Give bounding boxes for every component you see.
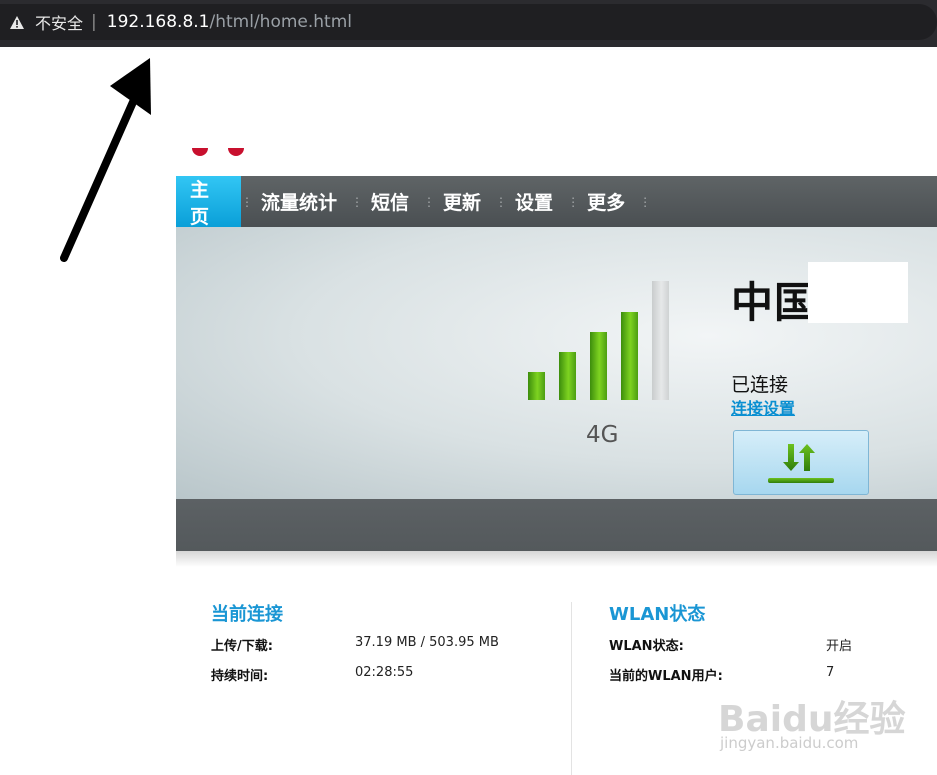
signal-bar xyxy=(590,332,607,400)
nav-traffic-stats[interactable]: 流量统计 xyxy=(247,176,351,227)
address-bar[interactable]: 不安全 | 192.168.8.1/html/home.html xyxy=(0,4,937,40)
connect-button[interactable] xyxy=(733,430,869,495)
duration-value: 02:28:55 xyxy=(355,665,414,680)
wlan-state-label: WLAN状态: xyxy=(609,639,684,654)
redaction-mask xyxy=(808,262,908,323)
current-connection-title: 当前连接 xyxy=(211,604,283,625)
upload-download-value: 37.19 MB / 503.95 MB xyxy=(355,635,499,650)
url-text[interactable]: 192.168.8.1/html/home.html xyxy=(107,12,352,32)
logo-strip xyxy=(176,140,937,176)
wlan-users-label: 当前的WLAN用户: xyxy=(609,669,723,684)
logo-mark xyxy=(228,148,244,156)
status-panel: 4G 中国 已连接 连接设置 xyxy=(176,227,937,499)
duration-label: 持续时间: xyxy=(211,669,269,684)
carrier-name: 中国 xyxy=(731,278,818,327)
connection-settings-link[interactable]: 连接设置 xyxy=(731,395,795,419)
wlan-status-title: WLAN状态 xyxy=(609,604,706,625)
baidu-watermark: Baidu经验 jingyan.baidu.com xyxy=(718,670,928,760)
nav-separator: ⋮ xyxy=(639,194,651,209)
browser-chrome: 不安全 | 192.168.8.1/html/home.html xyxy=(0,0,937,47)
nav-settings[interactable]: 设置 xyxy=(501,176,567,227)
network-type: 4G xyxy=(586,422,619,448)
nav-home[interactable]: 主页 xyxy=(176,176,241,228)
wlan-state-value: 开启 xyxy=(826,639,853,654)
annotation-arrow xyxy=(60,58,151,262)
security-label[interactable]: 不安全 xyxy=(35,10,83,34)
warning-triangle-icon[interactable] xyxy=(9,14,25,30)
signal-bar xyxy=(621,312,638,400)
panel-shadow xyxy=(176,551,937,567)
nav-sms[interactable]: 短信 xyxy=(357,176,423,227)
address-separator: | xyxy=(91,12,97,32)
section-divider xyxy=(571,602,572,775)
main-nav: 主页 ⋮ 流量统计 ⋮ 短信 ⋮ 更新 ⋮ 设置 ⋮ 更多 ⋮ xyxy=(176,176,937,228)
url-path: /html/home.html xyxy=(209,12,353,32)
url-host: 192.168.8.1 xyxy=(106,12,210,32)
upload-download-label: 上传/下载: xyxy=(211,639,273,654)
signal-strength-icon xyxy=(528,281,678,400)
upload-download-arrows-icon xyxy=(768,443,834,483)
nav-more[interactable]: 更多 xyxy=(573,176,639,227)
connection-state: 已连接 xyxy=(731,374,789,396)
nav-update[interactable]: 更新 xyxy=(429,176,495,227)
logo-mark xyxy=(192,148,208,156)
status-panel-footer xyxy=(176,499,937,551)
signal-bar xyxy=(559,352,576,400)
signal-bar xyxy=(528,372,545,400)
signal-bar xyxy=(652,281,669,400)
watermark-url: jingyan.baidu.com xyxy=(720,734,859,752)
